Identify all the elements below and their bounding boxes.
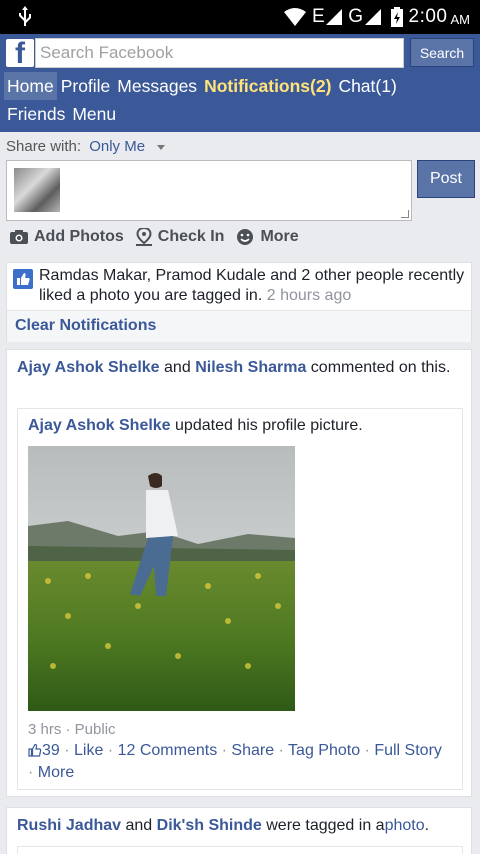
facebook-logo[interactable]: f (6, 37, 34, 70)
nav-friends[interactable]: Friends (4, 100, 68, 128)
shared-story-action: updated his profile picture. (175, 417, 363, 434)
check-in-action[interactable]: Check In (135, 228, 225, 246)
story-meta: 3 hrs · Public (28, 721, 116, 738)
resize-handle[interactable] (401, 210, 409, 218)
story-actor-link[interactable]: Ajay Ashok Shelke (17, 359, 160, 376)
clock-ampm: AM (450, 12, 471, 27)
main-nav: Home Profile Messages Notifications(2) Chat(… (4, 72, 476, 128)
story-photo[interactable] (28, 446, 295, 711)
thumbs-up-icon (13, 269, 33, 289)
facebook-logo-letter: f (15, 37, 25, 70)
clock: 2:00 (408, 6, 448, 27)
usb-icon (19, 6, 31, 26)
shared-story (17, 846, 463, 854)
story-action-text: commented on this. (310, 359, 451, 376)
more-link[interactable]: More (38, 764, 74, 781)
nav-profile[interactable]: Profile (58, 72, 114, 100)
share-with-value[interactable]: Only Me (89, 138, 145, 155)
story-header: Rushi Jadhav and Dik'sh Shinde were tagg… (17, 816, 461, 836)
add-photos-action[interactable]: Add Photos (10, 228, 124, 246)
status-textarea[interactable] (6, 160, 412, 221)
like-count[interactable]: 39 (42, 742, 60, 759)
news-feed-story: Ajay Ashok Shelke and Nilesh Sharma comm… (6, 349, 472, 797)
chevron-down-icon[interactable] (157, 144, 166, 150)
camera-icon (10, 230, 28, 244)
share-with-label: Share with: (6, 138, 82, 155)
user-avatar (14, 168, 60, 212)
story-and: and (164, 359, 191, 376)
comments-link[interactable]: 12 Comments (118, 742, 218, 759)
notification-text[interactable]: Ramdas Makar, Pramod Kudale and 2 other … (39, 266, 467, 306)
photo-link[interactable]: photo (385, 817, 425, 834)
story-header: Ajay Ashok Shelke and Nilesh Sharma comm… (17, 358, 461, 378)
header: f Search HomeProfileMessagesNotification… (0, 34, 480, 132)
story-and: and (125, 817, 153, 834)
share-with[interactable]: Share with: Only Me (6, 138, 166, 155)
story-actions: 39 · Like · 12 Comments · Share · Tag Ph… (28, 742, 442, 781)
search-button[interactable]: Search (410, 38, 474, 67)
composer-actions: Add Photos Check In More (10, 228, 311, 246)
news-feed-story: Rushi Jadhav and Dik'sh Shinde were tagg… (6, 807, 472, 854)
story-period: . (424, 817, 430, 834)
nav-home[interactable]: Home (4, 72, 57, 100)
status-bar: E G 2:00 AM (0, 0, 480, 34)
full-story-link[interactable]: Full Story (374, 742, 442, 759)
notification-time: 2 hours ago (266, 287, 352, 304)
clear-notifications-link[interactable]: Clear Notifications (15, 317, 156, 335)
nav-messages[interactable]: Messages (114, 72, 200, 100)
more-label: More (260, 228, 299, 245)
thumbs-up-icon (28, 743, 42, 763)
check-in-label: Check In (157, 228, 225, 245)
nav-notifications[interactable]: Notifications(2) (201, 72, 334, 100)
notification-message: Ramdas Makar, Pramod Kudale and 2 other … (39, 267, 465, 304)
search-input[interactable] (35, 38, 404, 68)
network-type-e: E (312, 6, 326, 27)
wifi-icon (284, 8, 307, 26)
signal-icon-2 (364, 9, 381, 25)
story-actor-link[interactable]: Dik'sh Shinde (157, 817, 262, 834)
network-type-g: G (348, 6, 364, 27)
story-actor-link[interactable]: Rushi Jadhav (17, 817, 121, 834)
post-button[interactable]: Post (417, 160, 475, 198)
battery-icon (390, 7, 403, 27)
share-link[interactable]: Share (231, 742, 274, 759)
story-action-text: were tagged in a (266, 817, 385, 834)
notification-card[interactable]: Ramdas Makar, Pramod Kudale and 2 other … (6, 262, 472, 342)
signal-icon (326, 9, 343, 25)
more-action[interactable]: More (236, 228, 299, 246)
shared-story: Ajay Ashok Shelke updated his profile pi… (17, 408, 463, 790)
nav-chat[interactable]: Chat(1) (335, 72, 399, 100)
location-pin-icon (135, 228, 152, 246)
story-actor-link[interactable]: Nilesh Sharma (195, 359, 306, 376)
add-photos-label: Add Photos (34, 228, 124, 245)
shared-story-actor-link[interactable]: Ajay Ashok Shelke (28, 417, 171, 434)
like-link[interactable]: Like (74, 742, 103, 759)
smiley-icon (237, 229, 254, 245)
shared-story-header: Ajay Ashok Shelke updated his profile pi… (28, 417, 363, 435)
nav-menu[interactable]: Menu (69, 100, 119, 128)
tag-photo-link[interactable]: Tag Photo (288, 742, 360, 759)
clear-notifications-row: Clear Notifications (7, 310, 471, 342)
